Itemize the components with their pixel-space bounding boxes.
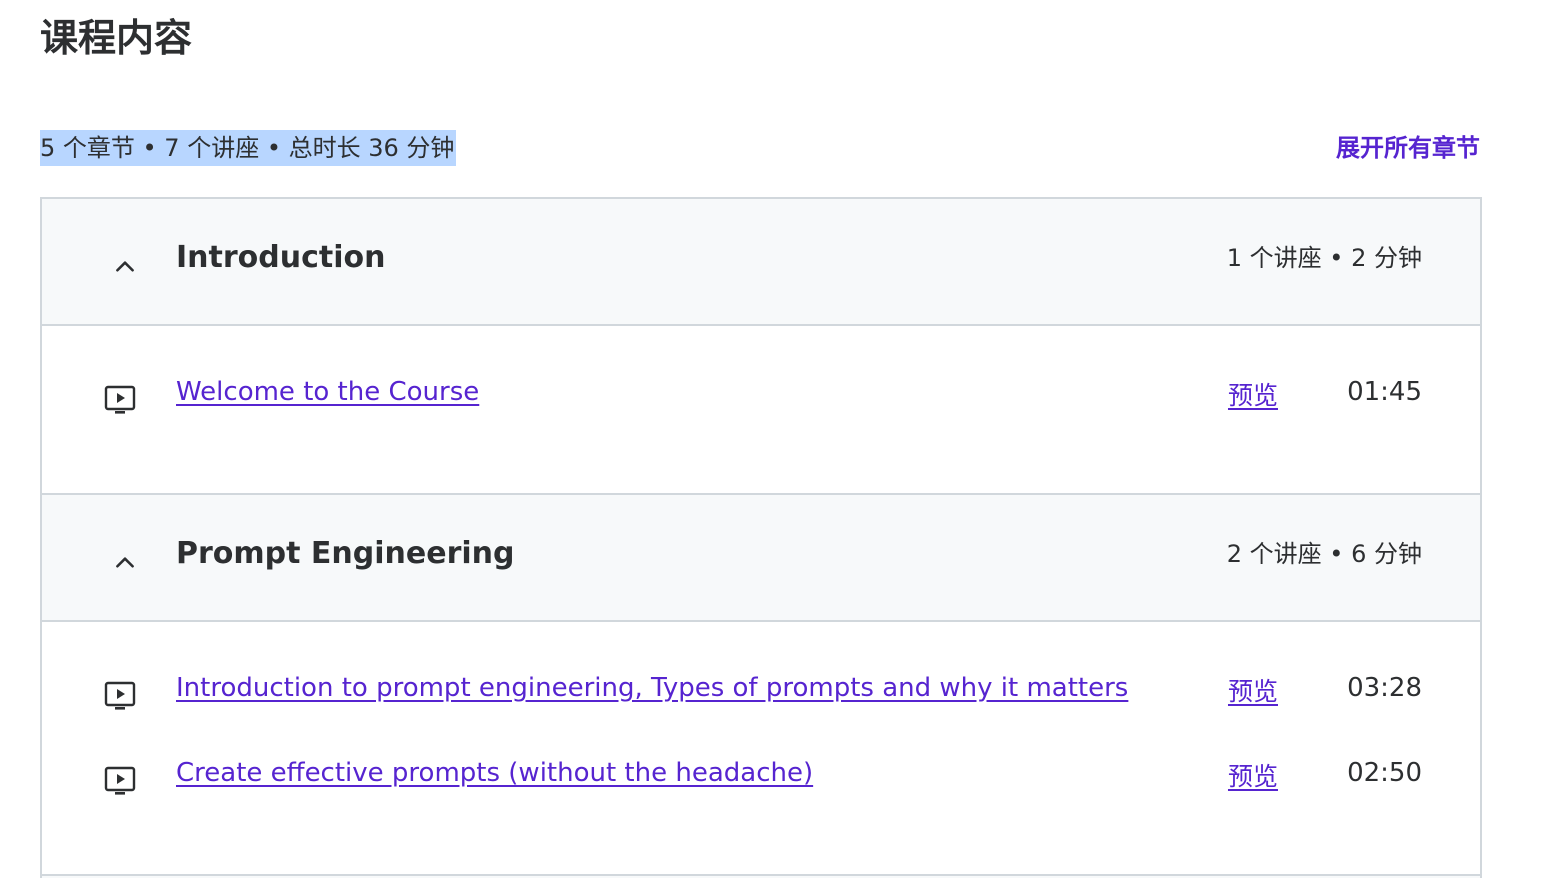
lecture-item: Introduction to prompt engineering, Type…	[42, 666, 1480, 751]
section-meta: 1 个讲座 • 2 分钟	[1226, 244, 1422, 272]
lecture-title-link[interactable]: Introduction to prompt engineering, Type…	[176, 666, 1128, 710]
curriculum-summary-row: 5 个章节 • 7 个讲座 • 总时长 36 分钟 展开所有章节	[40, 130, 1480, 166]
curriculum-accordion: Introduction 1 个讲座 • 2 分钟 Welcome to the…	[40, 197, 1482, 878]
curriculum-summary: 5 个章节 • 7 个讲座 • 总时长 36 分钟	[40, 130, 457, 166]
chevron-up-icon	[116, 260, 134, 272]
video-lecture-icon	[104, 681, 136, 710]
section-title: Prompt Engineering	[176, 536, 515, 571]
preview-link[interactable]: 预览	[1228, 374, 1278, 418]
page-title: 课程内容	[40, 16, 193, 60]
lecture-title-link[interactable]: Welcome to the Course	[176, 370, 479, 414]
lecture-duration: 03:28	[1347, 673, 1422, 703]
preview-link[interactable]: 预览	[1228, 670, 1278, 714]
video-lecture-icon	[104, 766, 136, 795]
section-meta: 2 个讲座 • 6 分钟	[1226, 540, 1422, 568]
lecture-title-link[interactable]: Create effective prompts (without the he…	[176, 751, 813, 795]
lecture-item: Welcome to the Course 预览 01:45	[42, 370, 1480, 455]
lecture-duration: 02:50	[1347, 758, 1422, 788]
chevron-up-icon	[116, 556, 134, 568]
course-content-page: 课程内容 5 个章节 • 7 个讲座 • 总时长 36 分钟 展开所有章节 In…	[0, 0, 1548, 878]
section-body-introduction: Welcome to the Course 预览 01:45	[42, 326, 1480, 495]
lecture-item: Create effective prompts (without the he…	[42, 751, 1480, 836]
expand-all-sections-button[interactable]: 展开所有章节	[1336, 130, 1480, 166]
section-title: Introduction	[176, 240, 386, 275]
section-body-prompt-engineering: Introduction to prompt engineering, Type…	[42, 622, 1480, 876]
preview-link[interactable]: 预览	[1228, 755, 1278, 799]
video-lecture-icon	[104, 385, 136, 414]
lecture-duration: 01:45	[1347, 377, 1422, 407]
section-header-prompt-engineering[interactable]: Prompt Engineering 2 个讲座 • 6 分钟	[42, 495, 1480, 622]
section-header-introduction[interactable]: Introduction 1 个讲座 • 2 分钟	[42, 199, 1480, 326]
